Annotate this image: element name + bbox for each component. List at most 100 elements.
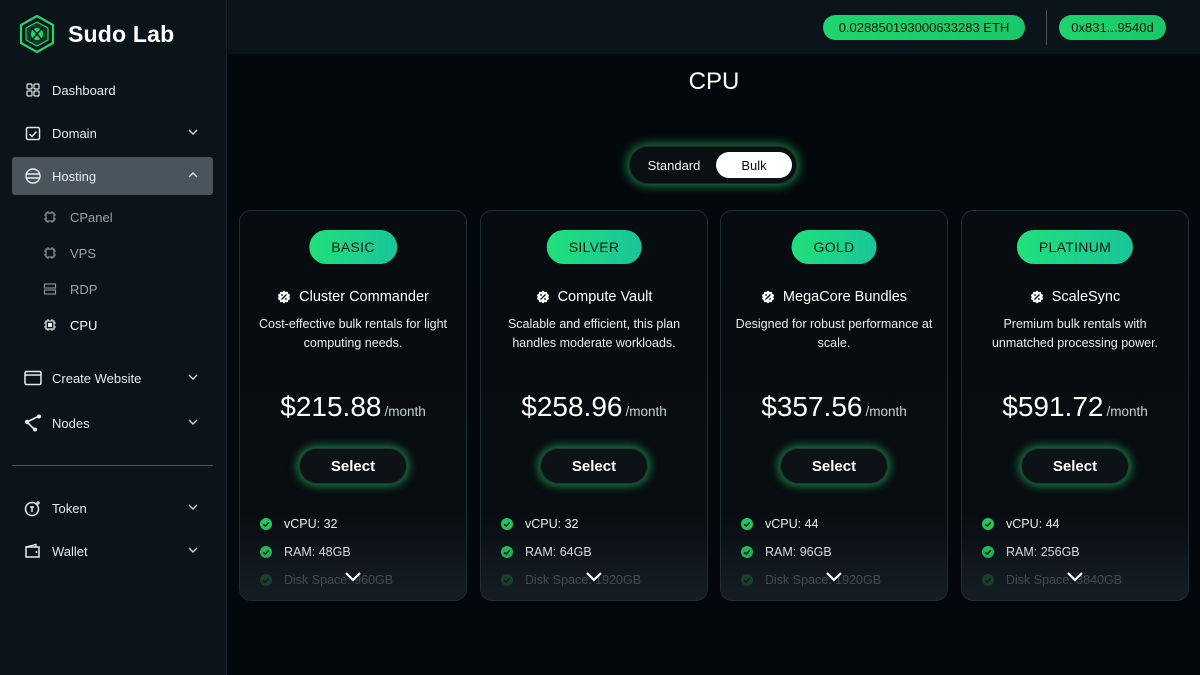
- feature-item: RAM: 256GB: [982, 543, 1080, 561]
- feature-item: Disk Space: 3840GB: [982, 571, 1122, 589]
- hosting-icon: [24, 167, 42, 185]
- check-circle-icon: [501, 546, 513, 558]
- sidebar-item-label: Dashboard: [52, 82, 116, 98]
- expand-chevron-icon[interactable]: [343, 571, 363, 583]
- tier-badge: BASIC: [309, 230, 397, 264]
- sidebar-item-label: Token: [52, 500, 87, 516]
- plan-name-text: MegaCore Bundles: [782, 289, 908, 305]
- sidebar-subitem-label: CPanel: [70, 209, 113, 225]
- check-circle-icon: [260, 574, 272, 586]
- check-circle-icon: [501, 574, 513, 586]
- sidebar-subitem-label: VPS: [70, 245, 97, 261]
- plan-name-text: Compute Vault: [557, 289, 653, 305]
- plan-price: $591.72 /month: [962, 391, 1188, 423]
- chip-icon: [42, 245, 58, 261]
- sidebar-item-label: Nodes: [52, 415, 90, 431]
- plan-card-platinum: PLATINUM ScaleSync Premium bulk rentals …: [961, 210, 1189, 601]
- sidebar-item-domain[interactable]: Domain: [12, 114, 213, 152]
- eth-balance-badge[interactable]: 0.028850193000633283 ETH: [823, 15, 1025, 40]
- check-circle-icon: [741, 518, 753, 530]
- sidebar-item-nodes[interactable]: Nodes: [12, 404, 213, 442]
- price-period: /month: [384, 404, 426, 419]
- toggle-standard[interactable]: Standard: [636, 152, 712, 178]
- expand-chevron-icon[interactable]: [584, 571, 604, 583]
- brand[interactable]: Sudo Lab: [18, 15, 174, 53]
- sidebar-item-label: Wallet: [52, 543, 88, 559]
- plan-type-toggle: Standard Bulk: [629, 146, 797, 184]
- chevron-up-icon: [188, 172, 198, 178]
- tier-badge: GOLD: [791, 230, 877, 264]
- plan-price: $215.88 /month: [240, 391, 466, 423]
- select-plan-button[interactable]: Select: [540, 448, 648, 484]
- feature-item: Disk Space: 1920GB: [501, 571, 641, 589]
- feature-text: vCPU: 32: [525, 517, 579, 531]
- chevron-down-icon: [188, 504, 198, 510]
- sidebar-item-label: Domain: [52, 125, 97, 141]
- check-circle-icon: [260, 518, 272, 530]
- check-circle-icon: [982, 518, 994, 530]
- chevron-down-icon: [188, 419, 198, 425]
- feature-item: Disk Space: 1920GB: [741, 571, 881, 589]
- sidebar-item-wallet[interactable]: Wallet: [12, 532, 213, 570]
- sidebar-divider: [12, 465, 213, 466]
- wallet-icon: [24, 542, 42, 560]
- select-plan-button[interactable]: Select: [1021, 448, 1129, 484]
- chevron-down-icon: [188, 374, 198, 380]
- sidebar-item-hosting[interactable]: Hosting: [12, 157, 213, 195]
- sidebar-item-dashboard[interactable]: Dashboard: [12, 71, 213, 109]
- plan-name-text: Cluster Commander: [299, 289, 429, 305]
- sidebar-subitem-label: CPU: [70, 317, 98, 333]
- price-period: /month: [1106, 404, 1148, 419]
- sidebar: Sudo Lab Dashboard Domain Hosting CPanel…: [0, 0, 227, 675]
- tier-badge: SILVER: [546, 230, 642, 264]
- select-plan-button[interactable]: Select: [299, 448, 407, 484]
- plan-description: Scalable and efficient, this plan handle…: [507, 317, 681, 350]
- sidebar-item-label: Create Website: [52, 370, 142, 386]
- plan-name: Cluster Commander: [240, 289, 466, 305]
- plan-price: $258.96 /month: [481, 391, 707, 423]
- wallet-address-button[interactable]: 0x831...9540d: [1059, 15, 1166, 40]
- feature-item: RAM: 96GB: [741, 543, 832, 561]
- grid-icon: [24, 81, 42, 99]
- toggle-bulk[interactable]: Bulk: [716, 152, 792, 178]
- feature-item: vCPU: 32: [501, 515, 579, 533]
- check-circle-icon: [982, 574, 994, 586]
- feature-item: vCPU: 32: [260, 515, 338, 533]
- server-icon: [42, 281, 58, 297]
- sidebar-item-create-website[interactable]: Create Website: [12, 359, 213, 397]
- sidebar-subitem-cpanel[interactable]: CPanel: [42, 205, 113, 229]
- browser-window-icon: [24, 369, 42, 387]
- token-icon: [24, 499, 42, 517]
- select-plan-button[interactable]: Select: [780, 448, 888, 484]
- check-circle-icon: [982, 546, 994, 558]
- feature-text: vCPU: 44: [1006, 517, 1060, 531]
- sidebar-subitem-vps[interactable]: VPS: [42, 241, 96, 265]
- sidebar-subitem-cpu[interactable]: CPU: [42, 313, 97, 337]
- feature-text: vCPU: 32: [284, 517, 338, 531]
- plan-description: Designed for robust performance at scale…: [735, 317, 933, 350]
- feature-item: vCPU: 44: [741, 515, 819, 533]
- verified-badge-icon: [536, 290, 549, 304]
- chevron-down-icon: [188, 547, 198, 553]
- feature-item: Disk Space: 960GB: [260, 571, 393, 589]
- sidebar-subitem-rdp[interactable]: RDP: [42, 277, 97, 301]
- sudo-lab-logo-icon: [19, 15, 55, 53]
- feature-text: vCPU: 44: [765, 517, 819, 531]
- plan-name: Compute Vault: [481, 289, 707, 305]
- check-circle-icon: [741, 574, 753, 586]
- brand-name: Sudo Lab: [68, 20, 175, 47]
- expand-chevron-icon[interactable]: [824, 571, 844, 583]
- verified-badge-icon: [1030, 290, 1043, 304]
- plan-name: ScaleSync: [962, 289, 1188, 305]
- feature-item: RAM: 48GB: [260, 543, 351, 561]
- feature-text: RAM: 256GB: [1006, 545, 1080, 559]
- price-amount: $258.96: [521, 391, 623, 422]
- check-circle-icon: [741, 546, 753, 558]
- feature-text: RAM: 48GB: [284, 545, 351, 559]
- price-period: /month: [865, 404, 907, 419]
- plan-card-basic: BASIC Cluster Commander Cost-effective b…: [239, 210, 467, 601]
- sidebar-subitem-label: RDP: [70, 281, 98, 297]
- expand-chevron-icon[interactable]: [1065, 571, 1085, 583]
- sidebar-item-token[interactable]: Token: [12, 489, 213, 527]
- top-bar: 0.028850193000633283 ETH 0x831...9540d: [228, 0, 1200, 54]
